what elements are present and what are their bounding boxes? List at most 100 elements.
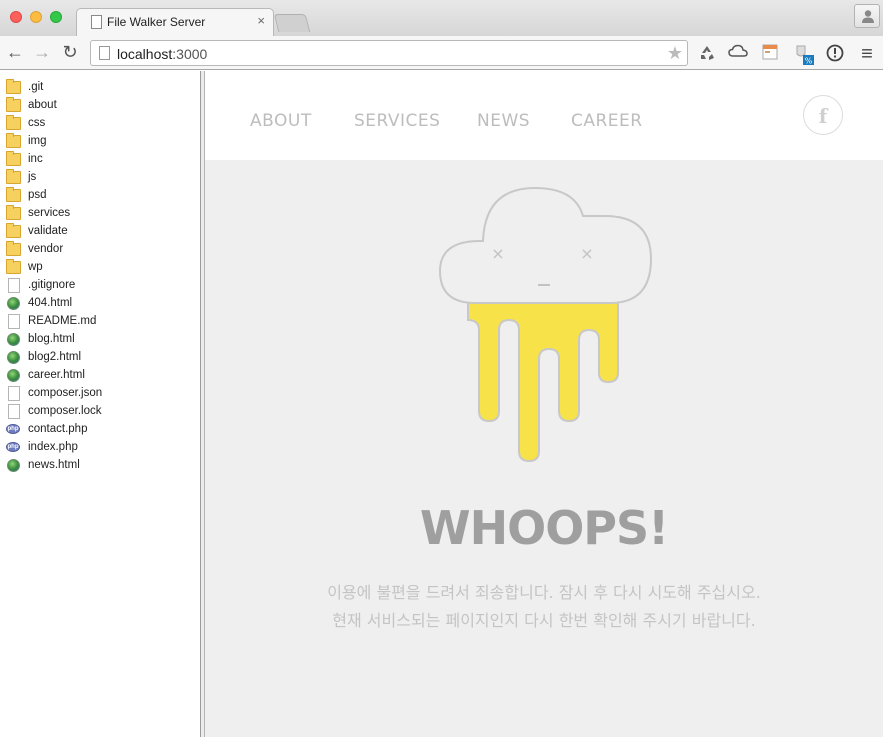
file-icon bbox=[8, 403, 20, 419]
facebook-button[interactable]: f bbox=[803, 95, 843, 135]
file-name: career.html bbox=[28, 369, 85, 381]
file-item[interactable]: vendor bbox=[6, 240, 196, 258]
address-bar[interactable]: localhost:3000 ★ bbox=[90, 40, 688, 66]
file-item[interactable]: img bbox=[6, 132, 196, 150]
file-item[interactable]: career.html bbox=[6, 366, 196, 384]
coupon-extension-icon[interactable]: % bbox=[793, 44, 814, 66]
browser-toolbar: ← → ↻ localhost:3000 ★ % ≡ bbox=[0, 36, 883, 70]
php-file-icon: php bbox=[6, 442, 20, 452]
file-name: contact.php bbox=[28, 423, 88, 435]
drip-shape bbox=[467, 300, 619, 463]
zoom-window-button[interactable] bbox=[50, 11, 62, 23]
error-message-line-1: 이용에 불편을 드려서 죄송합니다. 잠시 후 다시 시도해 주십시오. bbox=[327, 583, 761, 602]
info-extension-icon[interactable] bbox=[825, 44, 845, 64]
site-preview: ABOUT SERVICES NEWS CAREER f × × WHOOPS!… bbox=[205, 71, 883, 737]
minimize-window-button[interactable] bbox=[30, 11, 42, 23]
close-window-button[interactable] bbox=[10, 11, 22, 23]
folder-icon bbox=[6, 114, 21, 130]
folder-icon bbox=[6, 168, 21, 184]
file-name: composer.lock bbox=[28, 405, 102, 417]
file-item[interactable]: 404.html bbox=[6, 294, 196, 312]
file-item[interactable]: about bbox=[6, 96, 196, 114]
melting-cloud-illustration: × × bbox=[438, 186, 653, 463]
reload-button[interactable]: ↻ bbox=[59, 41, 81, 63]
tab-close-icon[interactable]: × bbox=[257, 13, 265, 28]
html-file-icon bbox=[7, 368, 20, 382]
svg-text:%: % bbox=[805, 57, 813, 66]
file-name: .gitignore bbox=[28, 279, 76, 291]
facebook-icon: f bbox=[818, 104, 828, 128]
file-name: js bbox=[28, 171, 37, 183]
folder-icon bbox=[6, 150, 21, 166]
profile-button[interactable] bbox=[854, 4, 880, 28]
file-item[interactable]: news.html bbox=[6, 456, 196, 474]
file-item[interactable]: validate bbox=[6, 222, 196, 240]
file-name: vendor bbox=[28, 243, 64, 255]
file-item[interactable]: README.md bbox=[6, 312, 196, 330]
html-file-icon bbox=[7, 458, 20, 472]
menu-icon[interactable]: ≡ bbox=[857, 44, 877, 64]
file-name: index.php bbox=[28, 441, 78, 453]
file-name: blog2.html bbox=[28, 351, 82, 363]
php-file-icon: php bbox=[6, 424, 20, 434]
file-item[interactable]: services bbox=[6, 204, 196, 222]
file-name: blog.html bbox=[28, 333, 75, 345]
file-item[interactable]: composer.json bbox=[6, 384, 196, 402]
bookmark-star-icon[interactable]: ★ bbox=[667, 43, 683, 64]
file-icon bbox=[8, 277, 20, 293]
file-name: services bbox=[28, 207, 71, 219]
folder-icon bbox=[6, 186, 21, 202]
forward-button[interactable]: → bbox=[31, 41, 53, 63]
nav-link-career[interactable]: CAREER bbox=[571, 111, 643, 131]
html-file-icon bbox=[7, 332, 20, 346]
file-name: inc bbox=[28, 153, 43, 165]
file-name: 404.html bbox=[28, 297, 73, 309]
file-item[interactable]: blog.html bbox=[6, 330, 196, 348]
calendar-extension-icon[interactable] bbox=[760, 44, 780, 64]
file-item[interactable]: psd bbox=[6, 186, 196, 204]
url-text: localhost:3000 bbox=[117, 46, 207, 62]
file-item[interactable]: composer.lock bbox=[6, 402, 196, 420]
cloud-extension-icon[interactable] bbox=[728, 44, 748, 64]
file-item[interactable]: inc bbox=[6, 150, 196, 168]
folder-icon bbox=[6, 204, 21, 220]
file-name: news.html bbox=[28, 459, 80, 471]
file-name: psd bbox=[28, 189, 47, 201]
nav-link-services[interactable]: SERVICES bbox=[354, 111, 440, 131]
recycle-extension-icon[interactable] bbox=[697, 44, 717, 64]
folder-icon bbox=[6, 78, 21, 94]
file-item[interactable]: .gitignore bbox=[6, 276, 196, 294]
file-list-sidebar: .git about css img inc js psd services validate v… bbox=[0, 71, 200, 737]
file-item[interactable]: blog2.html bbox=[6, 348, 196, 366]
back-button[interactable]: ← bbox=[4, 41, 26, 63]
nav-link-about[interactable]: ABOUT bbox=[250, 111, 312, 131]
file-item[interactable]: .git bbox=[6, 78, 196, 96]
file-name: .git bbox=[28, 81, 44, 93]
file-item[interactable]: css bbox=[6, 114, 196, 132]
folder-icon bbox=[6, 240, 21, 256]
file-name: wp bbox=[28, 261, 43, 273]
new-tab-button[interactable] bbox=[273, 14, 311, 32]
mouth-shape bbox=[538, 284, 550, 286]
folder-icon bbox=[6, 222, 21, 238]
folder-icon bbox=[6, 258, 21, 274]
tab-title: File Walker Server bbox=[107, 15, 206, 29]
left-eye-icon: × bbox=[491, 244, 504, 263]
nav-link-news[interactable]: NEWS bbox=[477, 111, 530, 131]
file-item[interactable]: php contact.php bbox=[6, 420, 196, 438]
right-eye-icon: × bbox=[580, 244, 593, 263]
person-icon bbox=[862, 10, 874, 23]
file-item[interactable]: wp bbox=[6, 258, 196, 276]
page-icon bbox=[99, 46, 110, 60]
file-name: composer.json bbox=[28, 387, 103, 399]
error-message-line-2: 현재 서비스되는 페이지인지 다시 한번 확인해 주시기 바랍니다. bbox=[332, 611, 756, 630]
file-item[interactable]: js bbox=[6, 168, 196, 186]
file-item[interactable]: php index.php bbox=[6, 438, 196, 456]
error-heading: WHOOPS! bbox=[419, 501, 669, 555]
browser-tab[interactable]: File Walker Server × bbox=[76, 8, 274, 36]
file-name: css bbox=[28, 117, 46, 129]
file-name: img bbox=[28, 135, 47, 147]
url-host: localhost bbox=[117, 46, 173, 62]
page-icon bbox=[91, 15, 102, 29]
folder-icon bbox=[6, 96, 21, 112]
